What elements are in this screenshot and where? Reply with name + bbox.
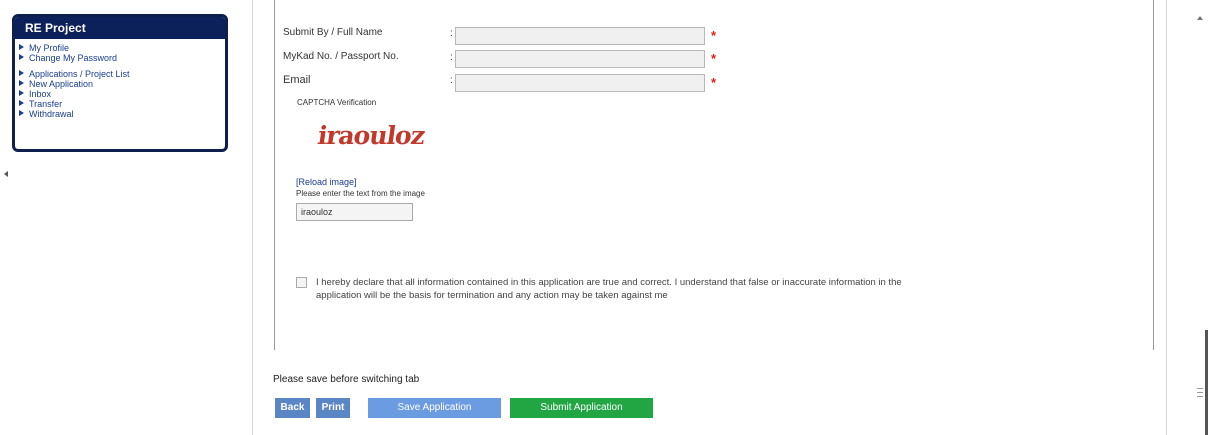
colon: : xyxy=(450,75,453,86)
captcha-input[interactable] xyxy=(296,203,413,221)
sidebar-item-label: Inbox xyxy=(29,89,52,99)
captcha-help-text: Please enter the text from the image xyxy=(296,189,425,198)
sidebar-item-label: Applications / Project List xyxy=(29,69,130,79)
required-mark: * xyxy=(711,28,717,43)
reload-image-link[interactable]: [Reload image] xyxy=(296,177,357,187)
captcha-image: iraouloz xyxy=(315,121,427,150)
arrow-right-icon xyxy=(19,70,24,76)
sidebar-title: RE Project xyxy=(15,17,225,39)
colon: : xyxy=(450,28,453,39)
print-button[interactable]: Print xyxy=(316,398,350,418)
arrow-right-icon xyxy=(19,90,24,96)
declaration-line: I hereby declare that all information co… xyxy=(316,277,902,288)
declaration-line: application will be the basis for termin… xyxy=(316,290,668,301)
arrow-right-icon xyxy=(19,44,24,50)
scrollbar[interactable] xyxy=(1192,0,1208,435)
sidebar-item-new-application[interactable]: New Application xyxy=(19,79,225,89)
arrow-right-icon xyxy=(19,100,24,106)
save-note: Please save before switching tab xyxy=(273,374,420,385)
declaration-text: I hereby declare that all information co… xyxy=(316,276,1006,302)
back-button[interactable]: Back xyxy=(275,398,310,418)
sidebar-item-label: Transfer xyxy=(29,99,63,109)
sidebar-item-withdrawal[interactable]: Withdrawal xyxy=(19,109,225,119)
captcha-label: CAPTCHA Verification xyxy=(297,98,377,107)
mykad-passport-field[interactable] xyxy=(455,50,705,68)
sidebar-item-label: My Profile xyxy=(29,43,70,53)
sidebar-item-transfer[interactable]: Transfer xyxy=(19,99,225,109)
arrow-right-icon xyxy=(19,80,24,86)
email-field[interactable] xyxy=(455,74,705,92)
collapse-arrow-icon[interactable] xyxy=(4,171,8,177)
sidebar-item-change-password[interactable]: Change My Password xyxy=(19,53,225,63)
scroll-up-icon[interactable] xyxy=(1197,16,1203,20)
mykad-passport-label: MyKad No. / Passport No. xyxy=(283,51,399,62)
declaration-checkbox[interactable] xyxy=(296,277,307,288)
sidebar-item-label: Change My Password xyxy=(29,53,118,63)
required-mark: * xyxy=(711,75,717,90)
full-name-label: Submit By / Full Name xyxy=(283,27,383,38)
save-application-button[interactable]: Save Application xyxy=(368,398,501,418)
sidebar-item-applications[interactable]: Applications / Project List xyxy=(19,69,225,79)
arrow-right-icon xyxy=(19,54,24,60)
sidebar-item-inbox[interactable]: Inbox xyxy=(19,89,225,99)
email-label: Email xyxy=(283,74,311,86)
sidebar-list: My Profile Change My Password Applicatio… xyxy=(15,39,225,119)
sidebar-item-my-profile[interactable]: My Profile xyxy=(19,43,225,53)
full-name-field[interactable] xyxy=(455,27,705,45)
sidebar-menu: RE Project My Profile Change My Password… xyxy=(12,14,228,152)
required-mark: * xyxy=(711,51,717,66)
sidebar-item-label: Withdrawal xyxy=(29,109,74,119)
scrollbar-grip-icon[interactable] xyxy=(1197,388,1203,397)
submit-application-button[interactable]: Submit Application xyxy=(510,398,653,418)
colon: : xyxy=(450,52,453,63)
arrow-right-icon xyxy=(19,110,24,116)
sidebar-item-label: New Application xyxy=(29,79,94,89)
